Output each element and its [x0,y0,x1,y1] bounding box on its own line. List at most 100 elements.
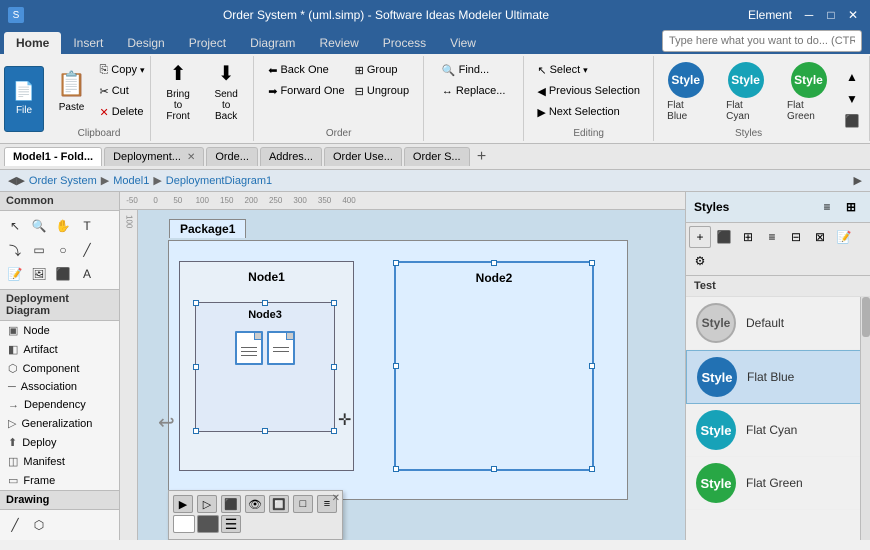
pointer-tool[interactable]: ↖ [4,215,26,237]
ungroup-button[interactable]: ⊟ Ungroup [351,81,413,101]
line-tool[interactable]: ╱ [76,239,98,261]
panel-tool2[interactable]: ⊞ [737,226,759,248]
tab-design[interactable]: Design [115,32,176,54]
cut-button[interactable]: ✂ Cut [95,81,148,101]
popup-btn6[interactable]: □ [293,495,313,513]
panel-tool4[interactable]: ⊟ [785,226,807,248]
file-tab-button[interactable]: 📄 File [4,66,44,132]
style-flat-blue-button[interactable]: Style Flat Blue [658,59,713,125]
maximize-button[interactable]: □ [822,7,840,23]
connect-tool[interactable]: ⤵ [4,239,26,261]
package-box[interactable]: Package1 Node1 Node3 [168,240,628,500]
tab-view[interactable]: View [438,32,488,54]
paste-button[interactable]: 📋 Paste [50,58,94,124]
bring-front-button[interactable]: ⬆ Bring toFront [155,58,201,124]
sidebar-item-frame[interactable]: ▭ Frame [0,471,119,490]
tab-insert[interactable]: Insert [61,32,115,54]
note-tool[interactable]: 📝 [4,263,26,285]
popup-swatch3[interactable]: ☰ [221,515,241,533]
style-flat-cyan-button[interactable]: Style Flat Cyan [717,59,774,125]
close-button[interactable]: ✕ [844,7,862,23]
panel-tool3[interactable]: ≡ [761,226,783,248]
sidebar-item-dependency[interactable]: → Dependency [0,396,119,414]
panel-tool1[interactable]: ⬛ [713,226,735,248]
tab-address[interactable]: Addres... [260,147,322,166]
delete-button[interactable]: ✕ Delete [95,102,148,122]
panel-scrollbar-thumb[interactable] [862,297,870,337]
panel-options-button[interactable]: ≡ [816,196,838,218]
panel-tool7[interactable]: ⚙ [689,250,711,272]
node1-box[interactable]: Node1 Node3 [179,261,354,471]
popup-btn5[interactable]: 🔲 [269,495,289,513]
tab-process[interactable]: Process [371,32,438,54]
sidebar-item-association[interactable]: ─ Association [0,378,119,396]
styles-scroll-down[interactable]: ▼ [841,88,863,110]
next-selection-button[interactable]: ▶ Next Selection [533,102,644,122]
popup-btn1[interactable]: ▶ [173,495,193,513]
tab-review[interactable]: Review [307,32,370,54]
ellipse-tool[interactable]: ○ [52,239,74,261]
previous-selection-button[interactable]: ◀ Previous Selection [533,81,644,101]
add-tab-button[interactable]: + [472,147,492,167]
tab-diagram[interactable]: Diagram [238,32,307,54]
tab-project[interactable]: Project [177,32,238,54]
text-tool[interactable]: T [76,215,98,237]
tab-deployment[interactable]: Deployment... ✕ [104,147,204,166]
style-entry-flatgreen[interactable]: Style Flat Green [686,457,870,510]
minimize-button[interactable]: ─ [800,7,818,23]
search-input[interactable] [662,30,862,52]
panel-add-button[interactable]: + [689,226,711,248]
pan-tool[interactable]: ✋ [52,215,74,237]
extra-tool2[interactable]: A [76,263,98,285]
sidebar-item-generalization[interactable]: ▷ Generalization [0,414,119,433]
select-button[interactable]: ↖ Select ▾ [533,60,644,80]
style-flat-green-button[interactable]: Style Flat Green [778,59,839,125]
group-button[interactable]: ⊞ Group [351,60,413,80]
styles-expand[interactable]: ⬛ [841,110,863,132]
sidebar-item-deploy[interactable]: ⬆ Deploy [0,433,119,452]
styles-scroll-up[interactable]: ▲ [841,66,863,88]
send-back-button[interactable]: ⬇ Send toBack [203,58,249,124]
tab-orders[interactable]: Order S... [404,147,470,166]
image-tool[interactable]: 🖼 [28,263,50,285]
popup-btn3[interactable]: ⬛ [221,495,241,513]
tab-home[interactable]: Home [4,32,61,54]
draw-tool1[interactable]: ╱ [4,514,26,536]
node3-box[interactable]: Node3 [195,302,335,432]
sidebar-item-manifest[interactable]: ◫ Manifest [0,452,119,471]
breadcrumb-deployment[interactable]: DeploymentDiagram1 [166,175,272,187]
copy-button[interactable]: ⎘ Copy ▾ [95,60,148,80]
popup-btn2[interactable]: ▷ [197,495,217,513]
style-entry-flatcyan[interactable]: Style Flat Cyan [686,404,870,457]
extra-tool1[interactable]: ⬛ [52,263,74,285]
find-button[interactable]: 🔍 Find... [438,60,510,80]
rect-tool[interactable]: ▭ [28,239,50,261]
style-entry-flatblue[interactable]: Style Flat Blue [686,350,870,404]
tab-deployment-close[interactable]: ✕ [187,152,195,163]
zoom-tool[interactable]: 🔍 [28,215,50,237]
undo-indicator[interactable]: ↩ [158,410,175,435]
breadcrumb-ordersystem[interactable]: Order System [29,175,97,187]
sidebar-item-node[interactable]: ▣ Node [0,321,119,340]
replace-button[interactable]: ↔ Replace... [438,81,510,101]
forward-one-button[interactable]: ➡ Forward One [264,81,348,101]
tab-order[interactable]: Orde... [206,147,258,166]
draw-tool2[interactable]: ⬡ [28,514,50,536]
popup-close-button[interactable]: ✕ [332,493,340,504]
back-one-button[interactable]: ⬅ Back One [264,60,348,80]
popup-btn4[interactable]: 👁 [245,495,265,513]
breadcrumb-expand[interactable]: ▶ [854,174,862,187]
style-entry-default[interactable]: Style Default [686,297,870,350]
panel-tool6[interactable]: 📝 [833,226,855,248]
breadcrumb-model1[interactable]: Model1 [113,175,149,187]
panel-tool5[interactable]: ⊠ [809,226,831,248]
tab-model1[interactable]: Model1 - Fold... [4,147,102,166]
popup-swatch2[interactable] [197,515,219,533]
panel-scrollbar[interactable] [860,297,870,540]
panel-expand-button[interactable]: ⊞ [840,196,862,218]
node2-box[interactable]: Node2 [394,261,594,471]
sidebar-item-artifact[interactable]: ◧ Artifact [0,340,119,359]
tab-orderuse[interactable]: Order Use... [324,147,402,166]
sidebar-item-component[interactable]: ⬡ Component [0,359,119,378]
popup-swatch1[interactable] [173,515,195,533]
